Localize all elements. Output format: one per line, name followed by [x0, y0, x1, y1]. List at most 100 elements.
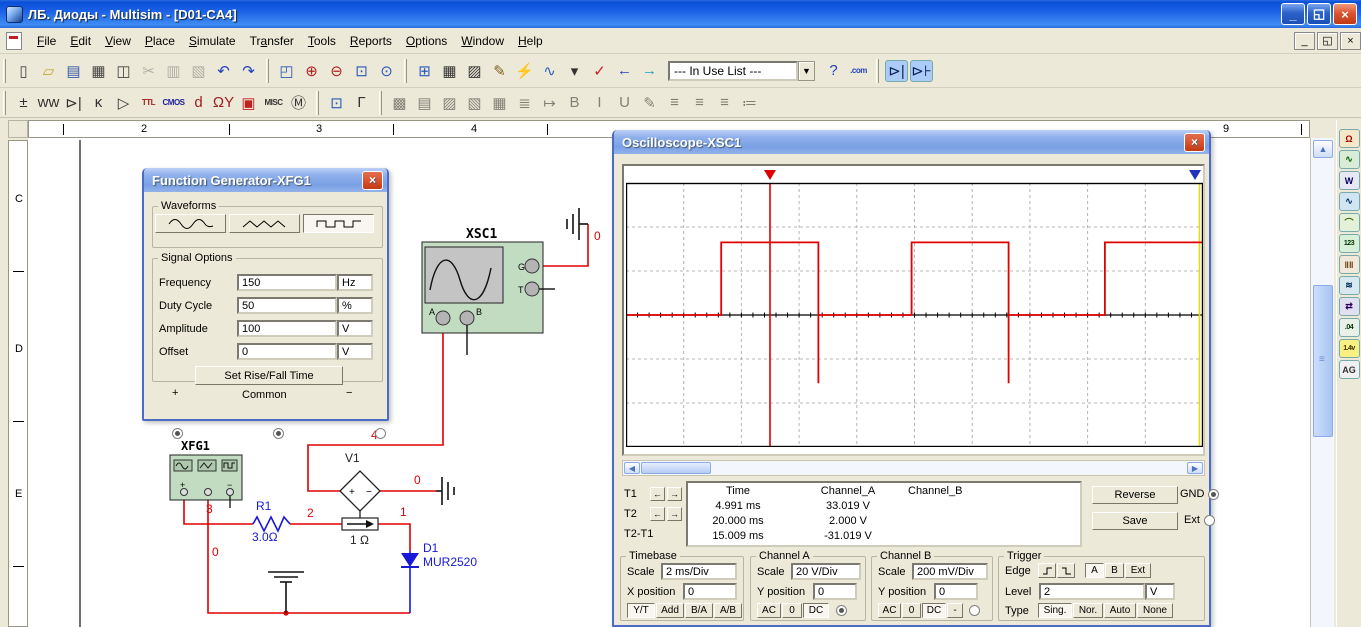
- undo-icon[interactable]: ↶: [212, 60, 235, 82]
- scroll-up-icon[interactable]: ▲: [1313, 140, 1333, 158]
- grapher-icon[interactable]: ∿: [538, 60, 561, 82]
- oscilloscope-titlebar[interactable]: Oscilloscope-XSC1 ×: [614, 130, 1209, 154]
- channel-a-zero-button[interactable]: 0: [782, 603, 802, 618]
- redo-icon[interactable]: ↷: [237, 60, 260, 82]
- place-indicator-icon[interactable]: ▣: [237, 92, 260, 114]
- zoom-out-icon[interactable]: ⊖: [325, 60, 348, 82]
- zener-shortcut-icon[interactable]: ⊳⊦: [910, 60, 933, 82]
- scroll-thumb[interactable]: [1313, 285, 1333, 437]
- amplitude-unit[interactable]: V: [337, 320, 373, 337]
- trigger-falling-edge-button[interactable]: [1057, 563, 1075, 578]
- toolbar-grip[interactable]: [316, 91, 319, 115]
- in-use-list-dropdown-icon[interactable]: ▼: [798, 61, 815, 81]
- offset-unit[interactable]: V: [337, 343, 373, 360]
- help-icon[interactable]: ?: [822, 60, 845, 82]
- square-wave-button[interactable]: [303, 214, 374, 233]
- channel-b-scale-input[interactable]: 200 mV/Div: [912, 563, 988, 580]
- d1-diode[interactable]: D1 MUR2520: [401, 541, 477, 613]
- r1-resistor[interactable]: R1 3.0Ω: [252, 499, 290, 544]
- place-electromech-icon[interactable]: Ⓜ: [287, 92, 310, 114]
- timebase-scale-input[interactable]: 2 ms/Div: [661, 563, 737, 580]
- iv-analyzer-icon[interactable]: .04: [1339, 318, 1360, 337]
- child-close-button[interactable]: ×: [1340, 32, 1361, 50]
- ba-button[interactable]: B/A: [685, 603, 713, 618]
- toolbar-grip[interactable]: [3, 59, 6, 83]
- channel-b-minus-button[interactable]: -: [947, 603, 963, 618]
- menu-view[interactable]: View: [98, 30, 138, 52]
- trigger-auto-button[interactable]: Auto: [1104, 603, 1136, 618]
- duty-cycle-input[interactable]: 50: [237, 297, 337, 314]
- child-minimize-button[interactable]: _: [1294, 32, 1315, 50]
- xfg1-instrument[interactable]: XFG1 + −: [170, 439, 242, 508]
- edaparts-icon[interactable]: .com: [847, 60, 870, 82]
- save-icon[interactable]: ▤: [62, 60, 85, 82]
- place-mixed-icon[interactable]: ΩY: [212, 92, 235, 114]
- function-generator-close-icon[interactable]: ×: [362, 171, 383, 190]
- trigger-none-button[interactable]: None: [1137, 603, 1173, 618]
- trigger-level-unit[interactable]: V: [1145, 583, 1175, 600]
- t2-left-button[interactable]: ←: [650, 507, 665, 521]
- function-generator-titlebar[interactable]: Function Generator-XFG1 ×: [144, 168, 387, 192]
- channel-a-scale-input[interactable]: 20 V/Div: [791, 563, 861, 580]
- grapher-caret-icon[interactable]: ▾: [563, 60, 586, 82]
- channel-b-dc-button[interactable]: DC: [922, 603, 946, 618]
- ground-symbol-top[interactable]: [567, 208, 588, 240]
- capture-area-icon[interactable]: ◰: [275, 60, 298, 82]
- offset-input[interactable]: 0: [237, 343, 337, 360]
- ground-symbol-v1[interactable]: [436, 477, 454, 505]
- place-ttl-icon[interactable]: TTL: [137, 92, 160, 114]
- logic-analyzer-icon[interactable]: ≋: [1339, 276, 1360, 295]
- v1-source[interactable]: + − V1: [340, 451, 380, 518]
- restore-button[interactable]: ◱: [1307, 3, 1331, 25]
- channel-a-ac-button[interactable]: AC: [757, 603, 781, 618]
- t1-left-button[interactable]: ←: [650, 487, 665, 501]
- open-file-icon[interactable]: ▱: [37, 60, 60, 82]
- trigger-rising-edge-button[interactable]: [1038, 563, 1056, 578]
- menu-tools[interactable]: Tools: [301, 30, 343, 52]
- menu-options[interactable]: Options: [399, 30, 454, 52]
- amplitude-input[interactable]: 100: [237, 320, 337, 337]
- reverse-button[interactable]: Reverse: [1092, 486, 1178, 504]
- current-sensor[interactable]: 1 Ω: [342, 518, 378, 547]
- menu-help[interactable]: Help: [511, 30, 550, 52]
- toolbar-grip[interactable]: [266, 59, 269, 83]
- fg-minus-radio[interactable]: [375, 428, 386, 439]
- scope-scroll-thumb[interactable]: [641, 462, 711, 474]
- zoom-area-icon[interactable]: ⊡: [350, 60, 373, 82]
- channel-b-radio[interactable]: [969, 605, 980, 616]
- trigger-b-button[interactable]: B: [1105, 563, 1124, 578]
- word-generator-icon[interactable]: ‖‖: [1339, 255, 1360, 274]
- sine-wave-button[interactable]: [155, 214, 226, 233]
- canvas-vertical-scrollbar[interactable]: ▲: [1310, 138, 1334, 627]
- oscilloscope-window[interactable]: Oscilloscope-XSC1 × ◀ ▶ T1 ← → T2 ← → T2…: [612, 130, 1211, 627]
- hierarchy-icon[interactable]: ⊞: [413, 60, 436, 82]
- scope-hscrollbar[interactable]: ◀ ▶: [622, 460, 1205, 476]
- logic-converter-icon[interactable]: ⇄: [1339, 297, 1360, 316]
- place-analog-icon[interactable]: ▷: [112, 92, 135, 114]
- menu-place[interactable]: Place: [138, 30, 182, 52]
- agilent-icon[interactable]: AG: [1339, 360, 1360, 379]
- xsc1-instrument[interactable]: XSC1 G T A B: [422, 227, 555, 355]
- zoom-in-icon[interactable]: ⊕: [300, 60, 323, 82]
- channel-a-yposition-input[interactable]: 0: [813, 583, 857, 600]
- menu-reports[interactable]: Reports: [343, 30, 399, 52]
- place-basic-icon[interactable]: ww: [37, 92, 60, 114]
- menu-simulate[interactable]: Simulate: [182, 30, 243, 52]
- minimize-button[interactable]: _: [1281, 3, 1305, 25]
- component-wizard-icon[interactable]: ✎: [488, 60, 511, 82]
- timebase-xposition-input[interactable]: 0: [683, 583, 737, 600]
- scope-scroll-right-icon[interactable]: ▶: [1187, 462, 1203, 474]
- place-bus-icon[interactable]: Γ: [350, 92, 373, 114]
- fg-plus-radio[interactable]: [172, 428, 183, 439]
- erc-icon[interactable]: ✓: [588, 60, 611, 82]
- oscilloscope-close-icon[interactable]: ×: [1184, 133, 1205, 152]
- hierarchical-block-icon[interactable]: ⊡: [325, 92, 348, 114]
- place-misc-digital-icon[interactable]: d: [187, 92, 210, 114]
- back-annotate-icon[interactable]: ←: [613, 60, 636, 82]
- toolbar-grip[interactable]: [876, 59, 879, 83]
- t1-right-button[interactable]: →: [667, 487, 682, 501]
- trigger-sing-button[interactable]: Sing.: [1038, 603, 1072, 618]
- function-generator-icon[interactable]: ∿: [1339, 150, 1360, 169]
- trigger-nor-button[interactable]: Nor.: [1073, 603, 1103, 618]
- gnd-radio[interactable]: [1208, 489, 1219, 500]
